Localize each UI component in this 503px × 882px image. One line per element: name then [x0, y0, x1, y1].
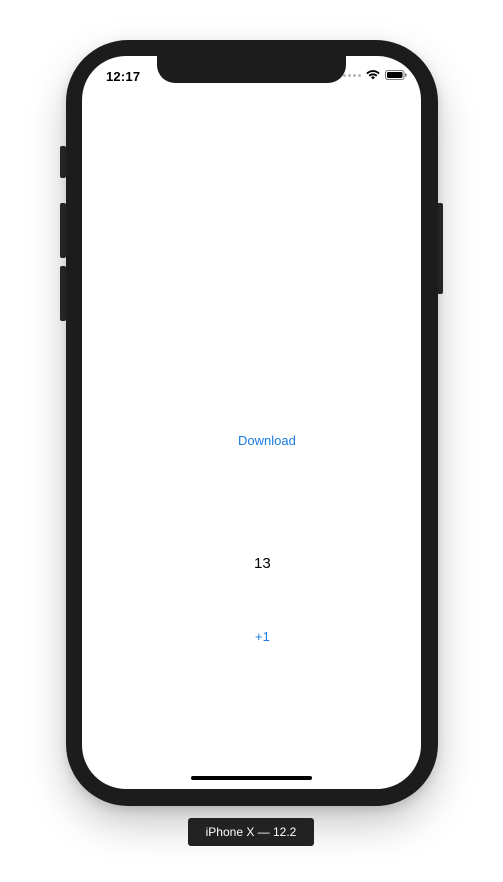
increment-button[interactable]: +1 — [255, 629, 270, 644]
simulator-stage: 12:17 Download 13 +1 iPhone X — 12.2 — [0, 0, 503, 882]
notch — [157, 56, 346, 83]
battery-icon — [385, 70, 407, 80]
signal-dots-icon — [343, 73, 361, 77]
wifi-icon — [366, 70, 380, 80]
counter-value: 13 — [254, 555, 271, 572]
home-indicator[interactable] — [191, 776, 312, 780]
device-label: iPhone X — 12.2 — [188, 818, 314, 846]
status-icons — [343, 70, 407, 80]
download-link[interactable]: Download — [238, 433, 296, 448]
device-screen: 12:17 Download 13 +1 — [82, 56, 421, 789]
status-time: 12:17 — [106, 69, 141, 84]
